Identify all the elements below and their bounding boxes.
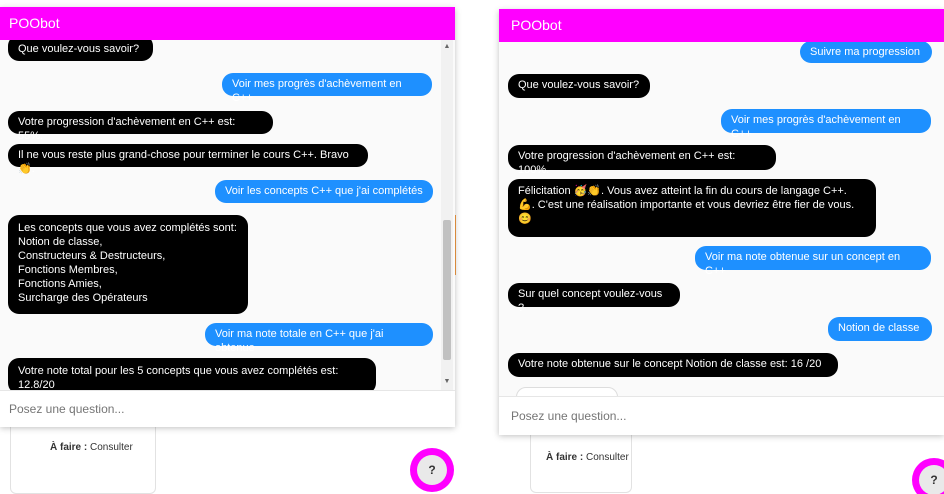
chat-window: POObot Que voulez-vous savoir? Voir mes …	[0, 7, 455, 427]
help-button[interactable]: ?	[410, 448, 454, 492]
bot-message: Votre note obtenue sur le concept Notion…	[508, 353, 838, 377]
todo-row: À faire : Consulter	[546, 452, 629, 463]
course-card	[10, 420, 156, 494]
bot-message: Votre progression d'achèvement en C++ es…	[8, 111, 273, 142]
pending-bubble	[516, 387, 618, 396]
bot-message: Que voulez-vous savoir?	[8, 40, 153, 61]
user-message[interactable]: Voir ma note obtenue sur un concept en C…	[695, 246, 931, 277]
message-list: Que voulez-vous savoir? Voir mes progrès…	[0, 40, 455, 390]
bot-message: Que voulez-vous savoir?	[508, 74, 650, 98]
bot-message: Félicitation 🥳👏. Vous avez atteint la fi…	[508, 179, 876, 237]
right-panel: À faire : Consulter POObot Suivre ma pro…	[490, 0, 944, 494]
question-input[interactable]	[499, 397, 944, 435]
bot-message: Votre note total pour les 5 concepts que…	[8, 358, 376, 390]
todo-value: Consulter	[586, 452, 629, 463]
scrollbar[interactable]: ▲ ▼	[441, 40, 453, 390]
scroll-up-icon[interactable]: ▲	[441, 43, 453, 50]
user-message[interactable]: Voir mes progrès d'achèvement en C++	[222, 73, 432, 104]
bot-message: Les concepts que vous avez complétés son…	[8, 215, 248, 314]
user-message[interactable]: Voir mes progrès d'achèvement en C++	[721, 109, 931, 140]
user-message[interactable]: Suivre ma progression	[800, 42, 932, 63]
user-message[interactable]: Notion de classe	[828, 317, 932, 341]
chat-title: POObot	[0, 7, 455, 40]
question-input[interactable]	[0, 391, 455, 427]
scroll-down-icon[interactable]: ▼	[441, 378, 453, 385]
chat-title: POObot	[499, 9, 944, 42]
message-list: Suivre ma progression Que voulez-vous sa…	[499, 42, 944, 396]
bot-message: Il ne vous reste plus grand-chose pour t…	[8, 144, 368, 175]
user-message[interactable]: Voir ma note totale en C++ que j'ai obte…	[205, 323, 433, 354]
question-input-bar	[499, 396, 944, 435]
todo-row: À faire : Consulter	[50, 442, 133, 453]
bot-message: Votre progression d'achèvement en C++ es…	[508, 145, 776, 176]
question-input-bar	[0, 390, 455, 427]
bot-message: Sur quel concept voulez-vous ?	[508, 283, 680, 314]
left-panel: À faire : Consulter POObot Que voulez-vo…	[0, 0, 462, 494]
help-button[interactable]: ?	[912, 458, 944, 494]
user-message[interactable]: Voir les concepts C++ que j'ai complétés	[215, 180, 433, 203]
scroll-thumb[interactable]	[443, 220, 451, 360]
chat-window: POObot Suivre ma progression Que voulez-…	[499, 9, 944, 435]
todo-label: À faire :	[50, 442, 88, 453]
todo-label: À faire :	[546, 452, 584, 463]
help-icon: ?	[417, 455, 447, 485]
todo-value: Consulter	[90, 442, 133, 453]
help-icon: ?	[919, 465, 944, 494]
